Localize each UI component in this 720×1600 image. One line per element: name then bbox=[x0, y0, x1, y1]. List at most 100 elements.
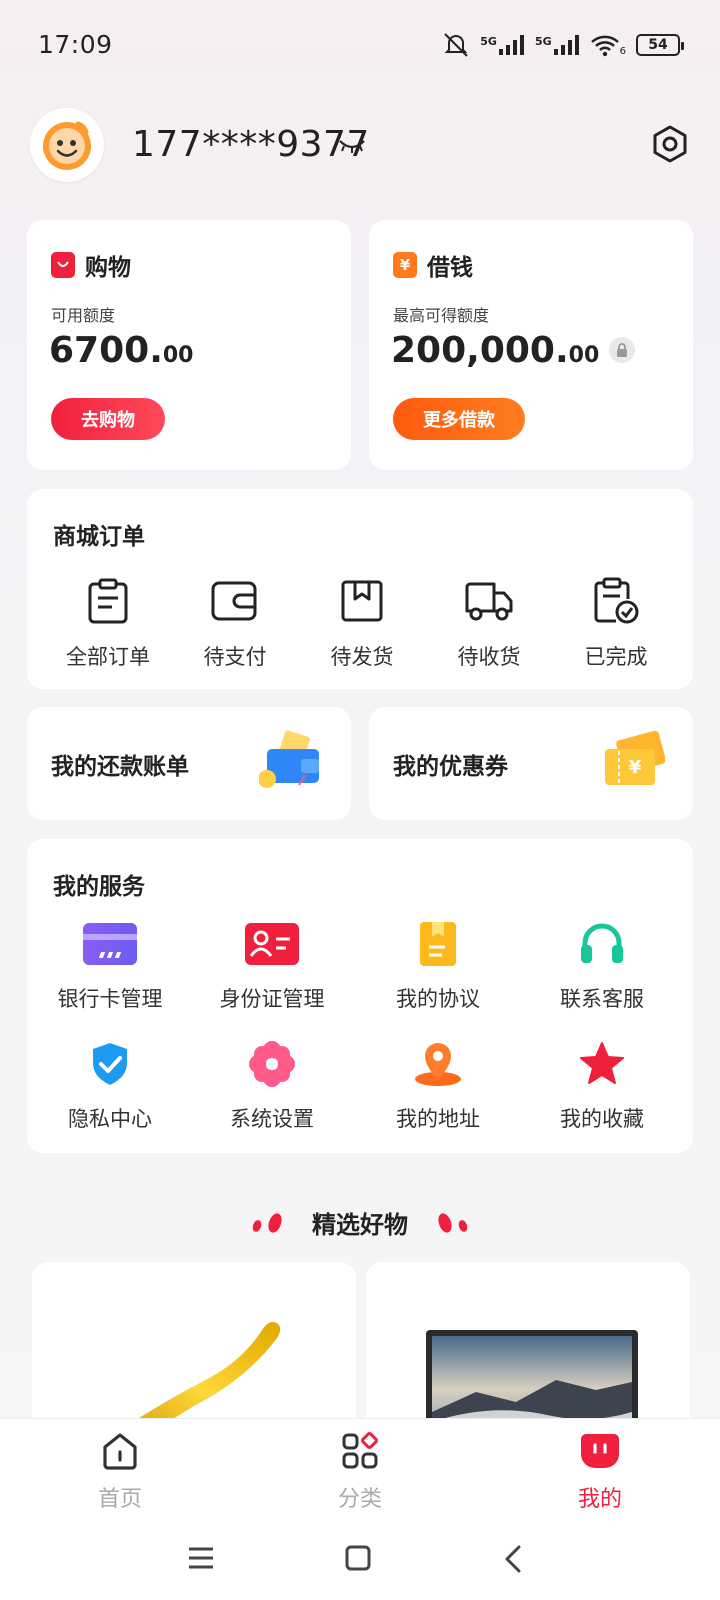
nav-home-label: 首页 bbox=[97, 1487, 142, 1512]
order-all[interactable]: 全部订单 bbox=[48, 573, 168, 671]
order-pending-shipment[interactable]: 待发货 bbox=[302, 573, 422, 671]
id-card-icon bbox=[197, 919, 347, 969]
gold-spoon-image bbox=[102, 1322, 281, 1442]
nav-category[interactable]: 分类 bbox=[300, 1429, 420, 1513]
order-pending-payment[interactable]: 待支付 bbox=[175, 573, 295, 671]
featured-title: 精选好物 bbox=[312, 1211, 408, 1239]
status-time: 17:09 bbox=[38, 30, 113, 59]
shopping-title: 购物 bbox=[51, 248, 131, 282]
order-pending-receipt[interactable]: 待收货 bbox=[429, 573, 549, 671]
yuan-icon: ¥ bbox=[393, 252, 417, 278]
coupon-ticket-icon: ¥ bbox=[599, 729, 666, 797]
service-bank-card-label: 银行卡管理 bbox=[57, 987, 163, 1011]
service-customer-support[interactable]: 联系客服 bbox=[527, 919, 677, 1013]
wifi-icon bbox=[590, 35, 619, 57]
lock-icon bbox=[609, 337, 636, 363]
wifi: 6 bbox=[590, 33, 626, 57]
borrow-amount-int: 200,000. bbox=[391, 330, 569, 371]
mall-orders-card: 商城订单 全部订单 待支付 待发货 待收货 已完成 bbox=[27, 489, 693, 689]
services-title: 我的服务 bbox=[53, 874, 145, 900]
shopping-amount-dec: 00 bbox=[162, 343, 194, 368]
product-card-spoon[interactable] bbox=[32, 1262, 356, 1442]
shopping-title-text: 购物 bbox=[85, 255, 131, 281]
shield-check-icon bbox=[35, 1039, 185, 1089]
order-pending-shipment-label: 待发货 bbox=[330, 645, 394, 669]
signal-1-label: 5G bbox=[480, 35, 497, 48]
headset-icon bbox=[527, 919, 677, 969]
flower-gear-icon bbox=[197, 1039, 347, 1089]
nav-mine-label: 我的 bbox=[577, 1487, 622, 1512]
home-square-icon[interactable] bbox=[344, 1544, 372, 1576]
service-system-settings-label: 系统设置 bbox=[230, 1107, 314, 1131]
nav-home[interactable]: 首页 bbox=[60, 1429, 180, 1513]
laptop-image bbox=[426, 1330, 638, 1442]
wallet-illustration-icon bbox=[258, 729, 323, 797]
decor-left-icon bbox=[252, 1212, 282, 1233]
gear-hexagon-icon[interactable] bbox=[650, 124, 690, 168]
signal-2-label: 5G bbox=[534, 35, 552, 48]
service-id-card-label: 身份证管理 bbox=[219, 987, 325, 1011]
service-favorites-label: 我的收藏 bbox=[560, 1107, 644, 1131]
service-privacy-label: 隐私中心 bbox=[68, 1107, 152, 1131]
borrow-title: ¥ 借钱 bbox=[393, 248, 473, 282]
order-completed[interactable]: 已完成 bbox=[556, 573, 676, 671]
service-agreement[interactable]: 我的协议 bbox=[363, 919, 513, 1013]
service-address[interactable]: 我的地址 bbox=[363, 1039, 513, 1133]
borrow-amount-dec: 00 bbox=[568, 343, 600, 368]
more-loan-button[interactable]: 更多借款 bbox=[393, 398, 525, 440]
eye-closed-icon[interactable] bbox=[338, 136, 366, 160]
my-services-card: 我的服务 银行卡管理 身份证管理 我的协议 联系客服 隐私中心 系统设置 我的地… bbox=[27, 839, 693, 1153]
avatar[interactable] bbox=[30, 108, 104, 182]
bottom-nav: 首页 分类 我的 bbox=[0, 1418, 720, 1524]
borrow-quota-card[interactable]: ¥ 借钱 最高可得额度 200,000. 00 更多借款 bbox=[369, 220, 693, 470]
nav-category-label: 分类 bbox=[337, 1487, 382, 1512]
featured-header: 精选好物 bbox=[0, 1205, 720, 1240]
product-card-laptop[interactable] bbox=[366, 1262, 690, 1442]
system-nav-bar bbox=[0, 1524, 720, 1600]
coupons-title: 我的优惠券 bbox=[393, 754, 508, 780]
order-pending-payment-label: 待支付 bbox=[203, 645, 267, 669]
service-favorites[interactable]: 我的收藏 bbox=[527, 1039, 677, 1133]
menu-icon[interactable] bbox=[186, 1544, 216, 1576]
home-icon bbox=[60, 1429, 180, 1473]
service-address-label: 我的地址 bbox=[396, 1107, 480, 1131]
service-agreement-label: 我的协议 bbox=[396, 987, 480, 1011]
decor-right-icon bbox=[438, 1212, 468, 1233]
box-icon bbox=[302, 573, 422, 629]
service-id-card[interactable]: 身份证管理 bbox=[197, 919, 347, 1013]
nav-mine[interactable]: 我的 bbox=[540, 1429, 660, 1513]
smiley-avatar-icon bbox=[43, 121, 91, 170]
shopping-quota-card[interactable]: 购物 可用额度 6700. 00 去购物 bbox=[27, 220, 351, 470]
go-shopping-button[interactable]: 去购物 bbox=[51, 398, 165, 440]
shopping-label: 可用额度 bbox=[51, 306, 116, 325]
service-privacy[interactable]: 隐私中心 bbox=[35, 1039, 185, 1133]
borrow-amount: 200,000. 00 bbox=[391, 330, 636, 371]
back-chevron-icon[interactable] bbox=[502, 1544, 524, 1578]
order-all-label: 全部订单 bbox=[66, 645, 150, 669]
service-bank-card[interactable]: 银行卡管理 bbox=[35, 919, 185, 1013]
star-icon bbox=[527, 1039, 677, 1089]
order-completed-label: 已完成 bbox=[584, 645, 648, 669]
signal-bars-icon bbox=[498, 35, 524, 55]
borrow-label: 最高可得额度 bbox=[393, 306, 490, 325]
clipboard-list-icon bbox=[48, 573, 168, 629]
bank-card-icon bbox=[35, 919, 185, 969]
signal-1: 5G bbox=[480, 35, 525, 55]
shopping-amount-int: 6700. bbox=[49, 330, 163, 371]
signal-2: 5G bbox=[535, 35, 580, 55]
battery-level: 54 bbox=[648, 37, 668, 53]
order-pending-receipt-label: 待收货 bbox=[457, 645, 521, 669]
wifi-sub: 6 bbox=[619, 46, 626, 57]
repayment-bills-card[interactable]: 我的还款账单 bbox=[27, 707, 351, 820]
shopping-bag-icon bbox=[51, 252, 75, 278]
coupon-yuan-glyph: ¥ bbox=[629, 757, 642, 778]
coupons-card[interactable]: 我的优惠券 ¥ bbox=[369, 707, 693, 820]
status-icons: 5G 5G 6 54 bbox=[442, 30, 684, 60]
category-icon bbox=[300, 1429, 420, 1473]
bills-title: 我的还款账单 bbox=[51, 754, 189, 780]
mute-bell-icon bbox=[444, 33, 468, 57]
phone-number: 177****9377 bbox=[132, 124, 370, 165]
orders-title: 商城订单 bbox=[53, 524, 145, 550]
service-system-settings[interactable]: 系统设置 bbox=[197, 1039, 347, 1133]
location-pin-icon bbox=[363, 1039, 513, 1089]
